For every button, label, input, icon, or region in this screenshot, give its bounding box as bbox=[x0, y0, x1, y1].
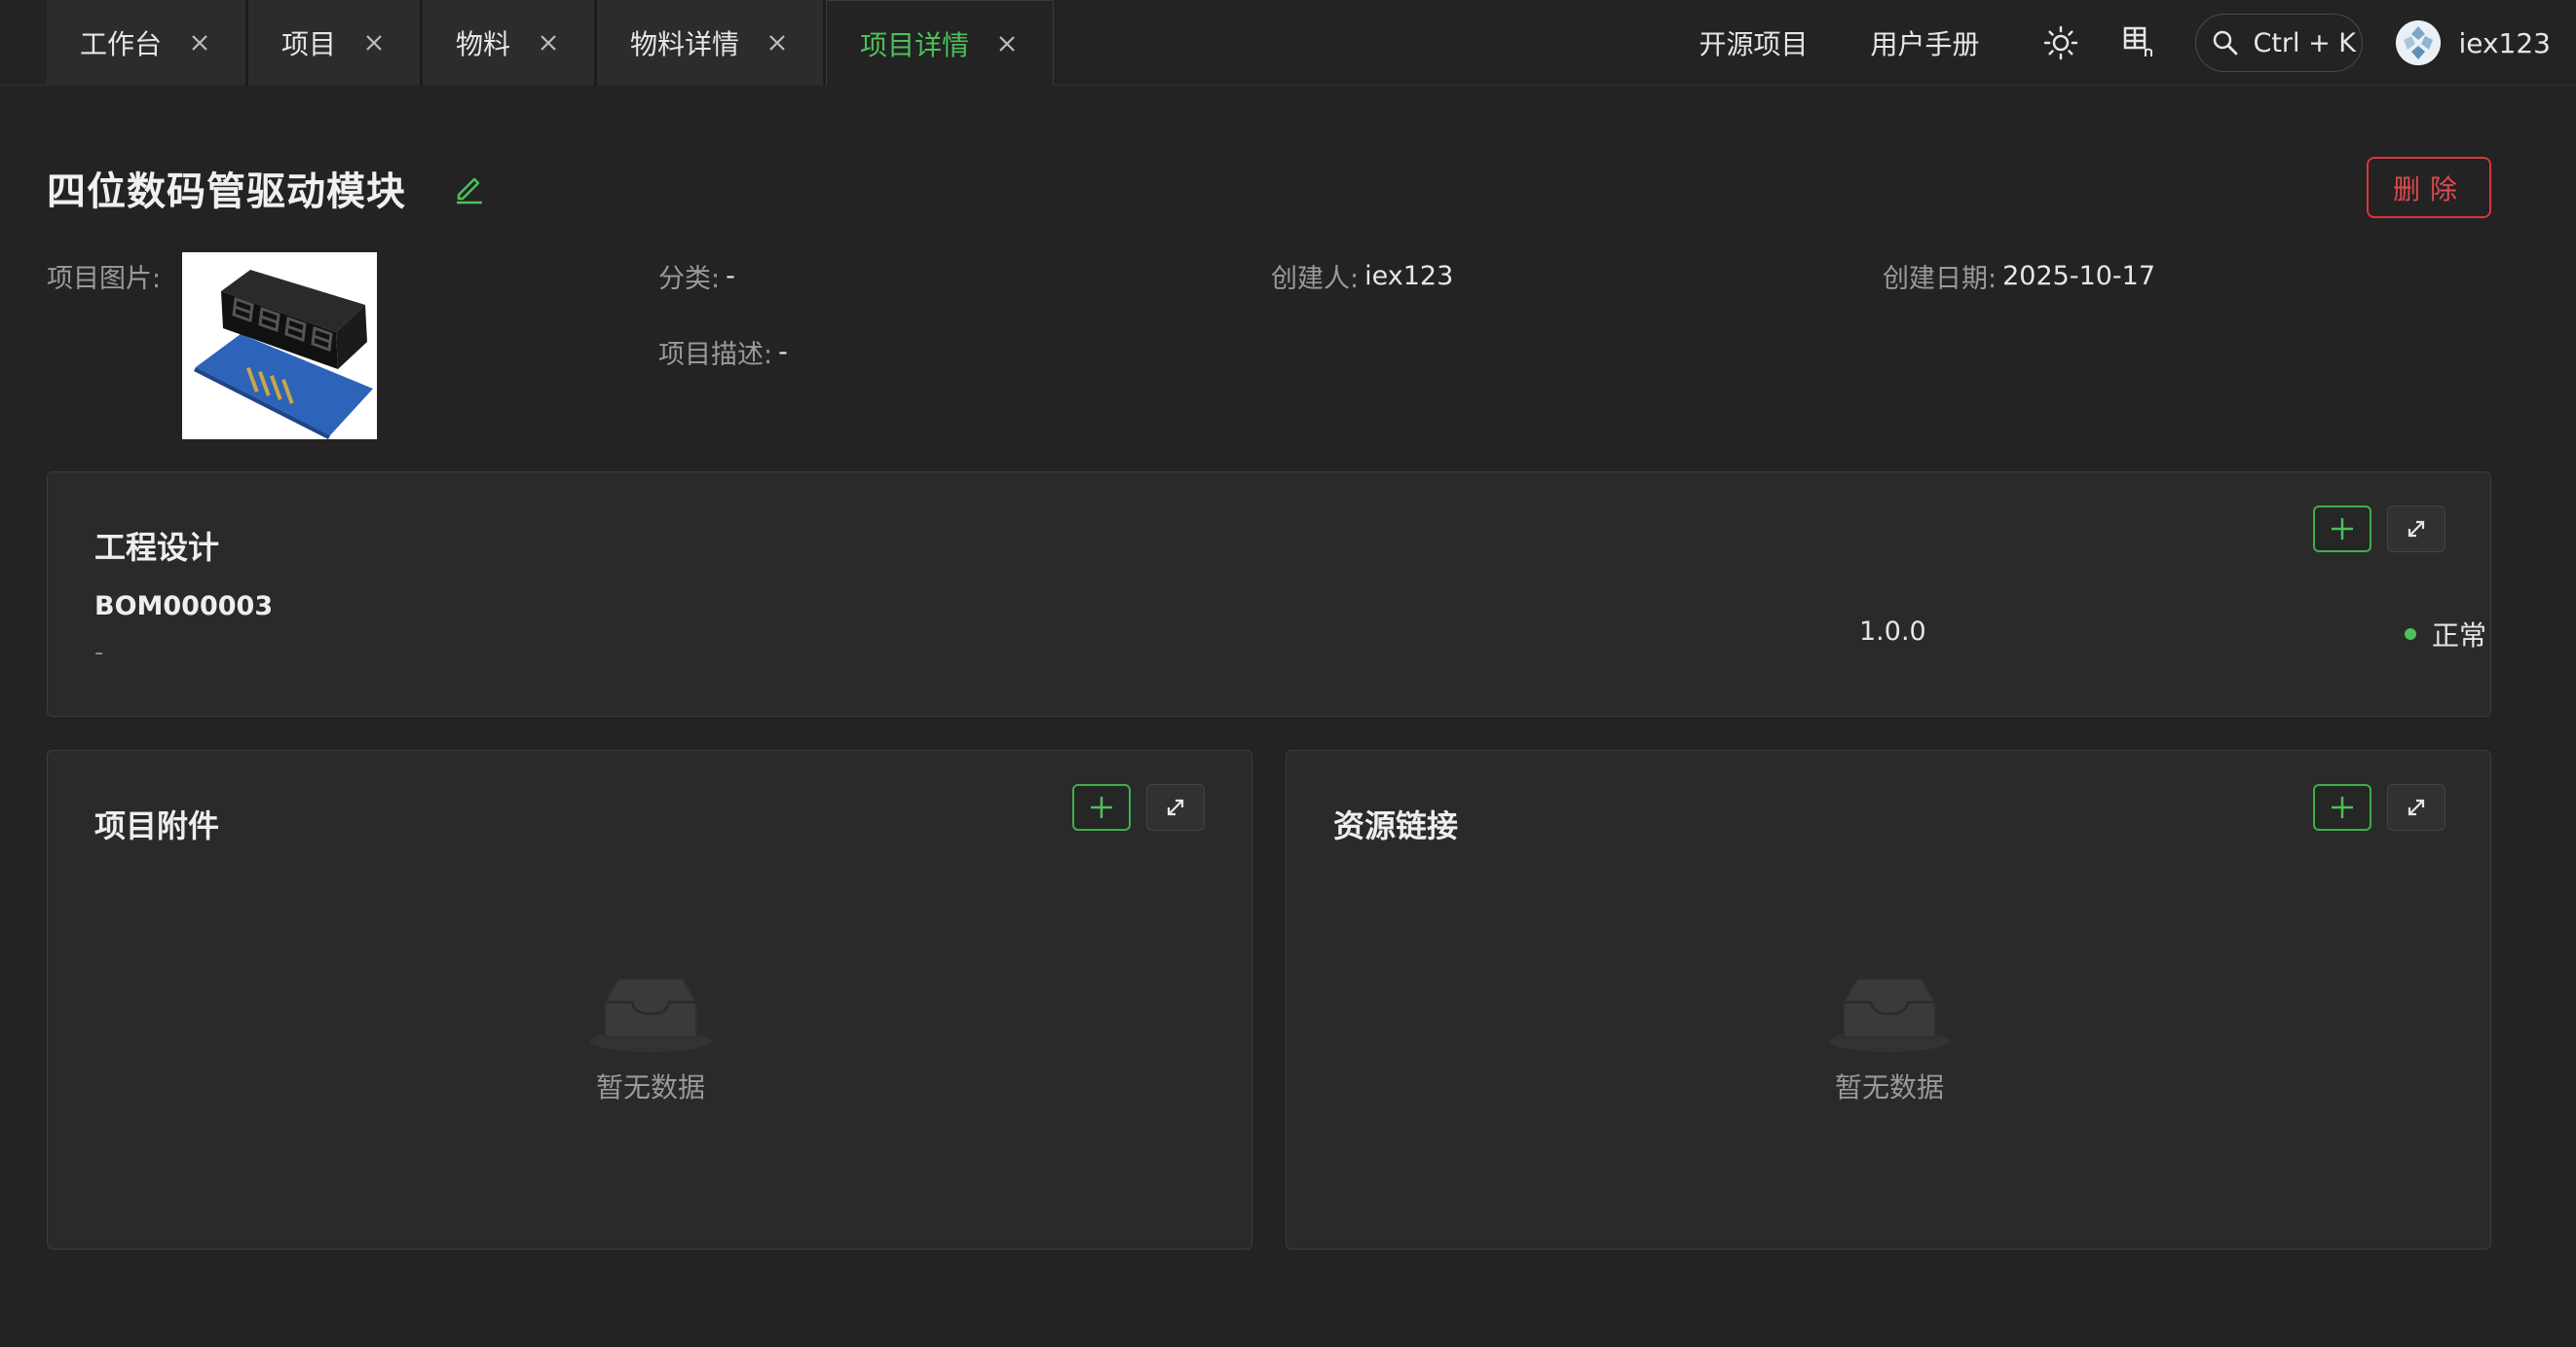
edit-icon[interactable] bbox=[453, 171, 486, 205]
bom-version: 1.0.0 bbox=[1859, 617, 1926, 647]
bom-description: - bbox=[94, 638, 104, 667]
language-icon[interactable] bbox=[2121, 23, 2160, 62]
search-button[interactable]: Ctrl + K bbox=[2195, 14, 2364, 72]
tab-label: 工作台 bbox=[80, 28, 163, 60]
empty-state: 暂无数据 bbox=[553, 973, 748, 1105]
display-module-image bbox=[182, 252, 377, 439]
close-icon[interactable] bbox=[189, 32, 210, 54]
status-dot bbox=[2405, 628, 2416, 640]
close-icon[interactable] bbox=[538, 32, 559, 54]
plus-icon bbox=[2332, 797, 2353, 818]
project-attachments-card: 项目附件 暂无数据 bbox=[47, 750, 1252, 1250]
tab-label: 项目 bbox=[281, 28, 337, 60]
expand-icon bbox=[2408, 520, 2425, 538]
tab-workbench[interactable]: 工作台 bbox=[47, 0, 249, 86]
project-header: 四位数码管驱动模块 bbox=[47, 160, 486, 216]
tab-label: 物料详情 bbox=[630, 28, 740, 60]
sun-icon[interactable] bbox=[2041, 23, 2080, 62]
expand-button[interactable] bbox=[2387, 784, 2445, 831]
expand-button[interactable] bbox=[1146, 784, 1205, 831]
plus-icon bbox=[2332, 518, 2353, 540]
add-button[interactable] bbox=[2313, 784, 2371, 831]
card-title: 工程设计 bbox=[94, 529, 220, 566]
search-shortcut: Ctrl + K bbox=[2253, 27, 2357, 58]
empty-text: 暂无数据 bbox=[1834, 1071, 1944, 1104]
project-image-label: 项目图片: bbox=[47, 264, 162, 294]
creator-field: 创建人: iex123 bbox=[1271, 261, 1454, 294]
engineering-design-card: 工程设计 BOM000003 - 1.0.0 正常 bbox=[47, 471, 2491, 717]
user-manual-link[interactable]: 用户手册 bbox=[1870, 23, 1979, 62]
top-bar: 工作台 项目 物料 物料详情 项目详情 开源项目 用户手册 Ctrl + K i… bbox=[0, 0, 2576, 86]
close-icon[interactable] bbox=[996, 33, 1018, 55]
top-right-actions: 开源项目 用户手册 Ctrl + K iex123 bbox=[1699, 0, 2576, 86]
resource-links-card: 资源链接 暂无数据 bbox=[1286, 750, 2491, 1250]
avatar-pattern-icon bbox=[2396, 20, 2442, 65]
add-button[interactable] bbox=[1072, 784, 1131, 831]
tab-materials[interactable]: 物料 bbox=[423, 0, 598, 86]
close-icon[interactable] bbox=[766, 32, 788, 54]
status-text: 正常 bbox=[2432, 619, 2487, 652]
empty-text: 暂无数据 bbox=[595, 1071, 705, 1104]
card-title: 项目附件 bbox=[94, 807, 220, 844]
category-field: 分类: - bbox=[658, 261, 735, 294]
bom-code[interactable]: BOM000003 bbox=[94, 591, 273, 621]
tab-label: 物料 bbox=[456, 28, 511, 60]
search-icon bbox=[2214, 30, 2238, 56]
empty-box-icon bbox=[1829, 978, 1950, 1052]
user-menu[interactable]: iex123 bbox=[2396, 20, 2551, 65]
expand-icon bbox=[1167, 799, 1184, 816]
expand-icon bbox=[2408, 799, 2425, 816]
avatar bbox=[2396, 20, 2442, 65]
empty-box-icon bbox=[590, 978, 711, 1052]
delete-button[interactable]: 删除 bbox=[2367, 157, 2491, 218]
card-title: 资源链接 bbox=[1333, 807, 1459, 844]
tab-bar: 工作台 项目 物料 物料详情 项目详情 bbox=[47, 0, 1055, 86]
user-name: iex123 bbox=[2458, 26, 2551, 59]
created-date-field: 创建日期: 2025-10-17 bbox=[1883, 261, 2156, 294]
tab-material-details[interactable]: 物料详情 bbox=[597, 0, 827, 86]
expand-button[interactable] bbox=[2387, 505, 2445, 552]
tab-projects[interactable]: 项目 bbox=[248, 0, 424, 86]
add-button[interactable] bbox=[2313, 505, 2371, 552]
open-source-link[interactable]: 开源项目 bbox=[1699, 23, 1808, 62]
close-icon[interactable] bbox=[363, 32, 385, 54]
page-title: 四位数码管驱动模块 bbox=[47, 169, 406, 214]
tab-project-details[interactable]: 项目详情 bbox=[826, 0, 1055, 86]
status-badge: 正常 bbox=[2405, 615, 2486, 654]
description-field: 项目描述: - bbox=[658, 337, 788, 370]
plus-icon bbox=[1091, 797, 1112, 818]
empty-state: 暂无数据 bbox=[1792, 973, 1987, 1105]
tab-label: 项目详情 bbox=[860, 28, 970, 61]
project-image[interactable] bbox=[182, 252, 377, 439]
